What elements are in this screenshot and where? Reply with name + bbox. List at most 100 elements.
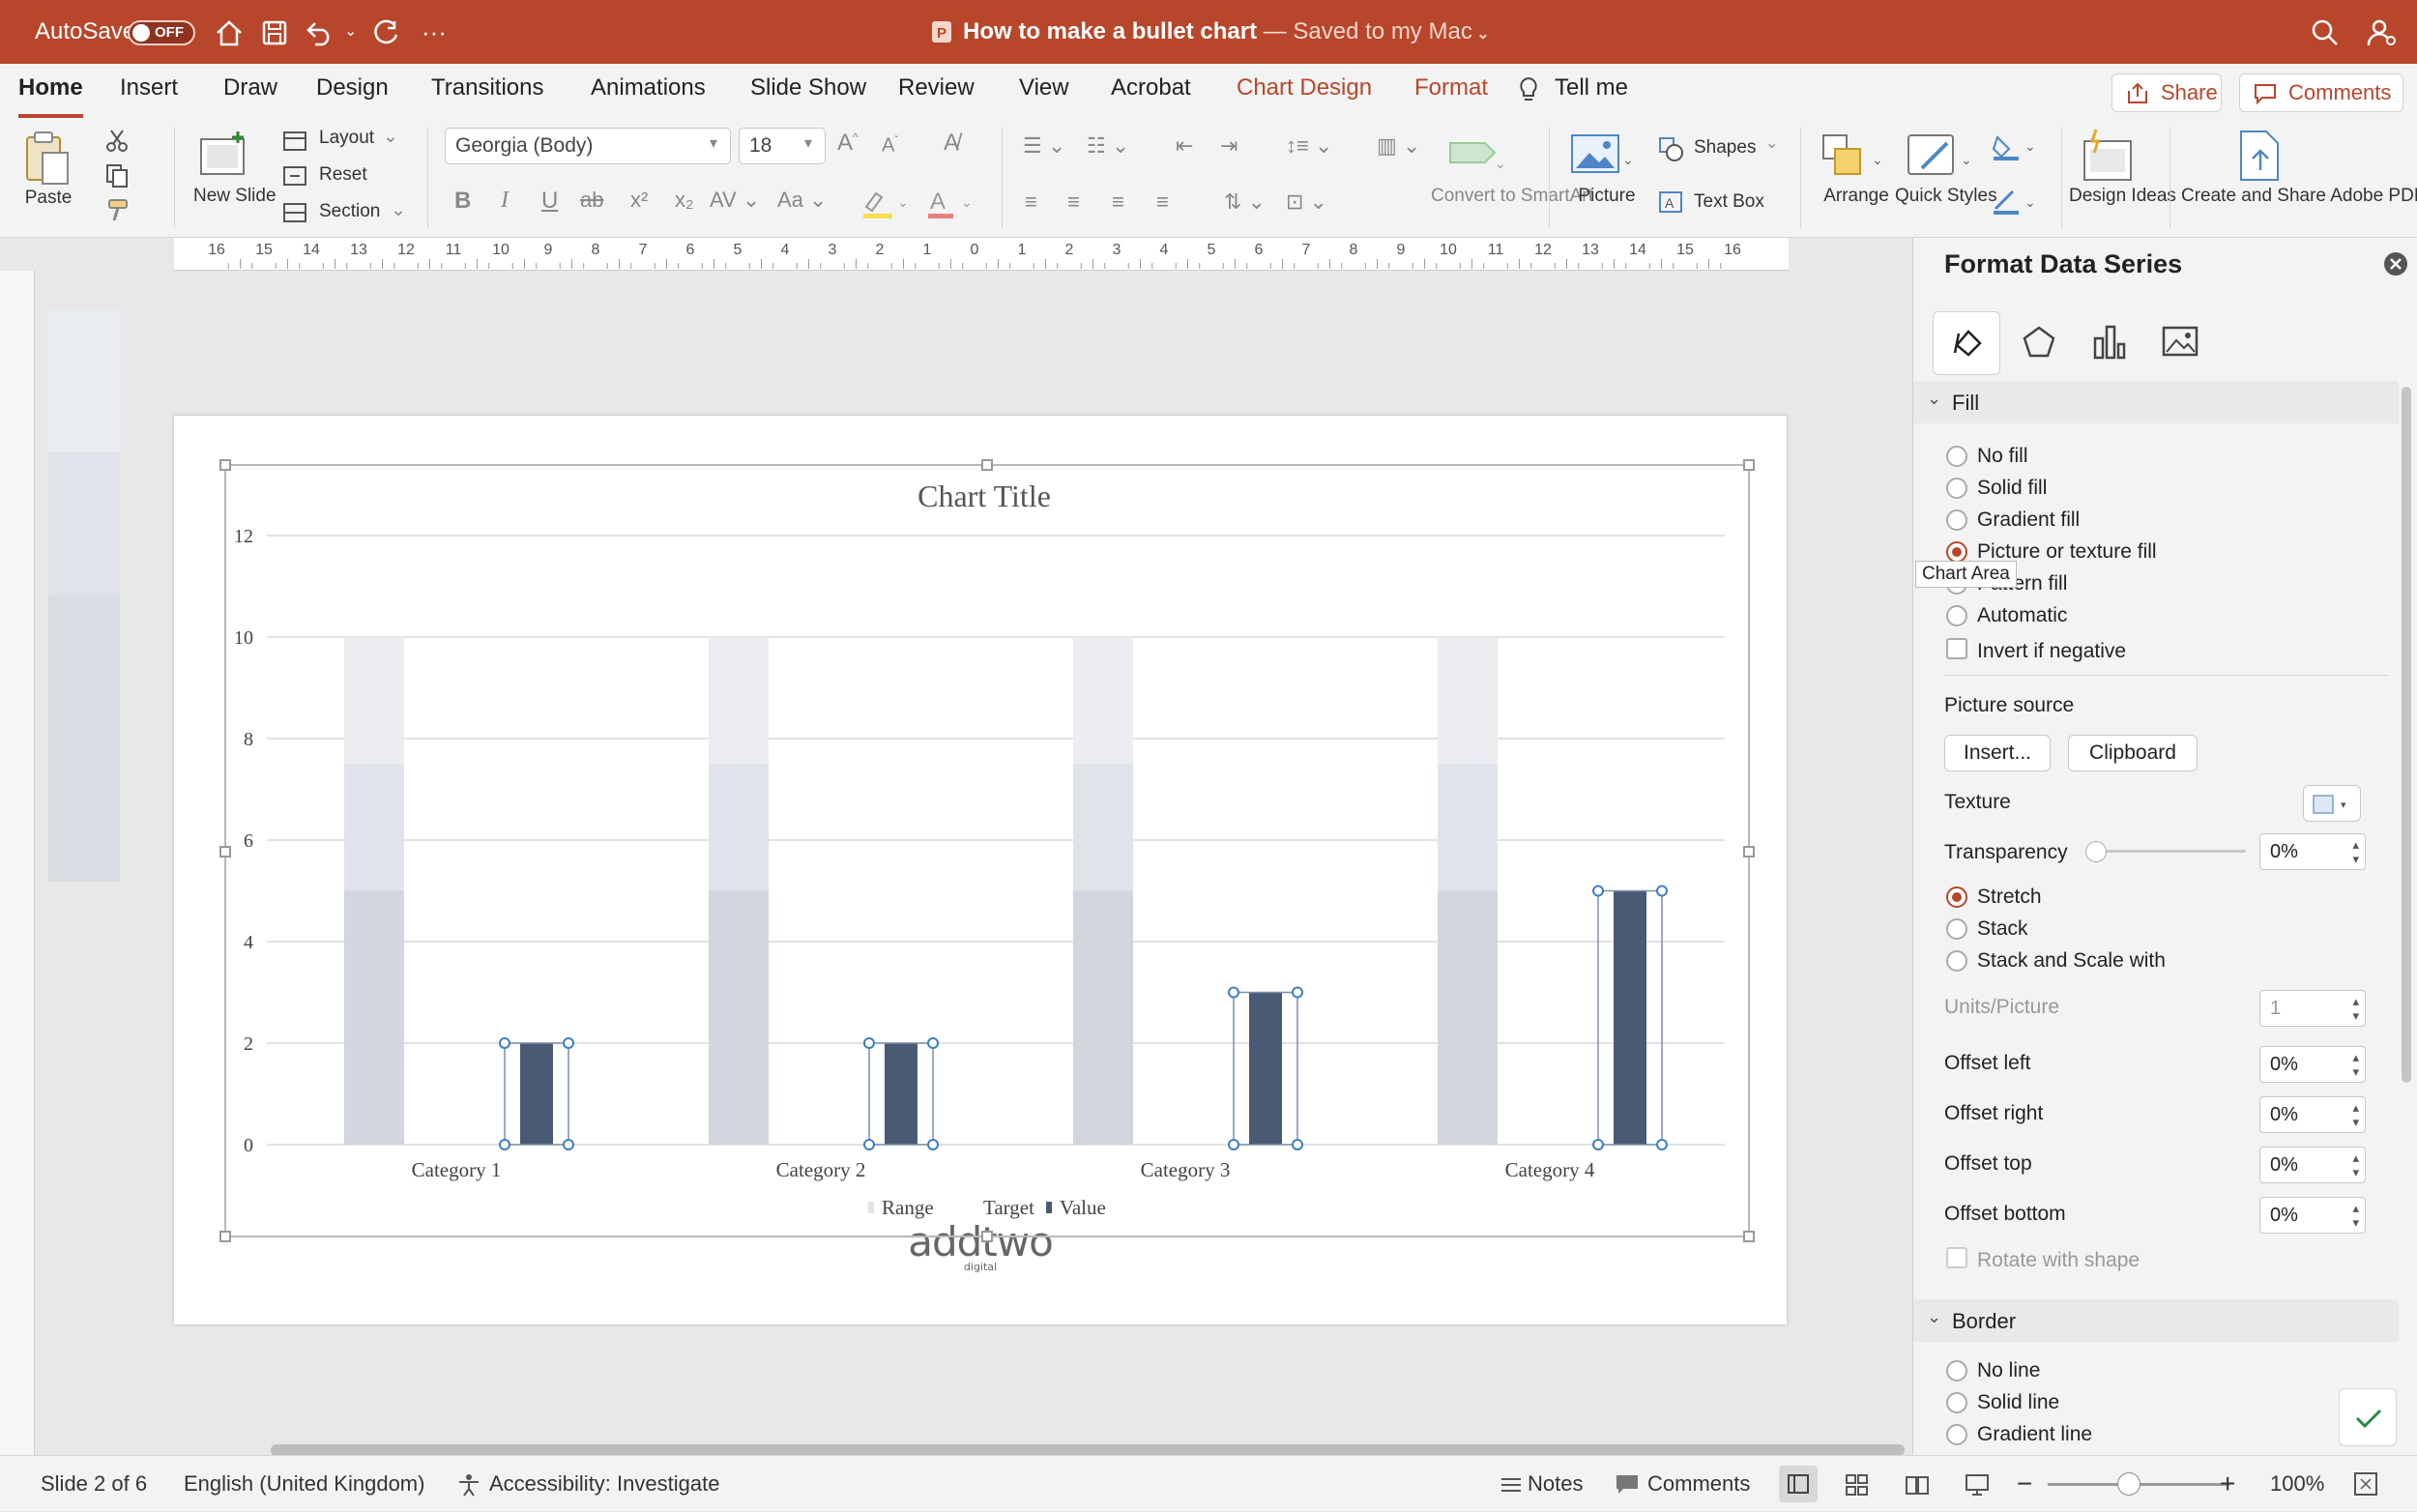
accessibility-status[interactable]: Accessibility: Investigate [489,1456,719,1512]
border-option-radio[interactable] [1946,1424,1967,1445]
selection-handle[interactable] [499,1139,510,1150]
series-options-icon[interactable] [2091,323,2126,360]
selection-handle[interactable] [563,1139,574,1150]
selection-handle[interactable] [863,1037,875,1049]
zoom-level[interactable]: 100% [2270,1456,2324,1512]
tile-option-radio[interactable] [1946,918,1967,940]
legend-swatch [868,1202,874,1213]
legend-label[interactable]: Range [882,1196,934,1219]
insert-picture-button[interactable]: Insert... [1944,735,2051,771]
svg-text:▾: ▾ [2341,800,2346,811]
accessibility-check-button[interactable] [2339,1388,2397,1446]
tile-option-label: Stretch [1977,886,2042,908]
effects-pentagon-icon[interactable] [2022,325,2056,360]
invert-if-negative-label: Invert if negative [1977,640,2127,662]
range-band[interactable] [1073,637,1133,765]
selection-handle[interactable] [1656,885,1668,897]
range-band[interactable] [344,890,404,1146]
selection-handle[interactable] [1292,986,1303,999]
texture-picker-icon: ▾ [2313,795,2346,814]
zoom-in-button[interactable]: + [2220,1456,2235,1512]
tile-option-radio[interactable] [1946,950,1967,972]
units-picture-input[interactable]: 1 [2259,990,2366,1027]
format-data-series-pane: Format Data Series ⌄ Fill No fill Solid f… [1912,238,2417,1477]
reading-view-icon[interactable] [1905,1473,1930,1497]
normal-view-icon [1788,1474,1809,1494]
range-band[interactable] [1073,764,1133,891]
selection-handle[interactable] [563,1037,574,1049]
selection-handle[interactable] [863,1139,875,1150]
range-band[interactable] [1073,890,1133,1146]
clipboard-button[interactable]: Clipboard [2068,735,2198,771]
pane-scrollbar[interactable] [2402,387,2411,1083]
category-label: Category 2 [776,1158,866,1181]
zoom-slider-thumb[interactable] [2117,1472,2140,1496]
notes-button[interactable]: Notes [1528,1456,1583,1512]
range-band[interactable] [709,890,769,1146]
y-tick-label: 4 [244,932,253,953]
close-icon[interactable] [2383,251,2408,276]
y-tick-label: 8 [244,729,253,750]
range-band[interactable] [709,637,769,765]
zoom-out-button[interactable]: − [2017,1456,2032,1512]
range-band[interactable] [709,764,769,891]
selection-handle[interactable] [1656,1139,1668,1150]
border-section-header[interactable]: ⌄ Border [1913,1299,2399,1342]
tile-option-radio[interactable] [1946,887,1967,908]
legend-label[interactable]: Value [1060,1196,1106,1219]
border-option-label: No line [1977,1359,2041,1381]
slide-sorter-icon[interactable] [1845,1473,1870,1497]
value-bar[interactable] [520,1043,553,1145]
rotate-with-shape-label: Rotate with shape [1977,1249,2140,1271]
offset-input[interactable]: 0% [2259,1147,2366,1183]
legend-label[interactable]: Target [983,1196,1034,1219]
y-tick-label: 10 [234,627,253,649]
texture-picker[interactable]: ▾ [2303,785,2361,822]
range-band[interactable] [344,637,404,765]
language-indicator[interactable]: English (United Kingdom) [184,1456,424,1512]
fill-option-radio[interactable] [1946,478,1967,499]
value-bar[interactable] [1249,992,1282,1146]
fill-option-radio[interactable] [1946,509,1967,531]
offset-input[interactable]: 0% [2259,1197,2366,1234]
fill-line-tab[interactable] [1933,311,2000,375]
value-bar[interactable] [1614,890,1646,1146]
selection-handle[interactable] [1228,1139,1239,1150]
normal-view-button[interactable] [1779,1466,1818,1502]
selection-handle[interactable] [1292,1139,1303,1150]
selection-handle[interactable] [499,1037,510,1049]
chart-title[interactable]: Chart Title [917,479,1051,513]
selection-handle[interactable] [927,1037,939,1049]
range-band[interactable] [344,764,404,891]
fit-to-window-icon[interactable] [2353,1471,2378,1497]
transparency-slider-thumb[interactable] [2085,841,2107,862]
category-label: Category 4 [1505,1158,1595,1181]
comments-status-button[interactable]: Comments [1647,1456,1750,1512]
border-option-label: Gradient line [1977,1423,2093,1445]
selection-handle[interactable] [1228,986,1239,999]
range-band[interactable] [1438,890,1498,1146]
border-option-radio[interactable] [1946,1360,1967,1381]
fill-option-label: Solid fill [1977,477,2048,499]
fill-option-radio[interactable] [1946,446,1967,467]
transparency-slider-track[interactable] [2093,850,2246,853]
offset-input[interactable]: 0% [2259,1046,2366,1083]
border-section-label: Border [1952,1309,2017,1333]
rotate-with-shape-checkbox[interactable] [1946,1247,1967,1268]
fill-option-radio[interactable] [1946,605,1967,626]
selection-handle[interactable] [1592,885,1604,897]
invert-if-negative-checkbox[interactable] [1946,638,1967,659]
border-option-radio[interactable] [1946,1392,1967,1413]
picture-options-icon[interactable] [2161,325,2199,358]
range-band[interactable] [1438,764,1498,891]
offset-input[interactable]: 0% [2259,1096,2366,1133]
fill-section-header[interactable]: ⌄ Fill [1913,381,2399,423]
fill-option-radio[interactable] [1946,541,1967,563]
range-band[interactable] [1438,637,1498,765]
slideshow-view-icon[interactable] [1965,1473,1990,1497]
selection-handle[interactable] [1592,1139,1604,1150]
selection-handle[interactable] [927,1139,939,1150]
value-bar[interactable] [885,1043,917,1145]
transparency-input[interactable]: 0% [2259,833,2366,870]
texture-label: Texture [1944,791,2011,813]
